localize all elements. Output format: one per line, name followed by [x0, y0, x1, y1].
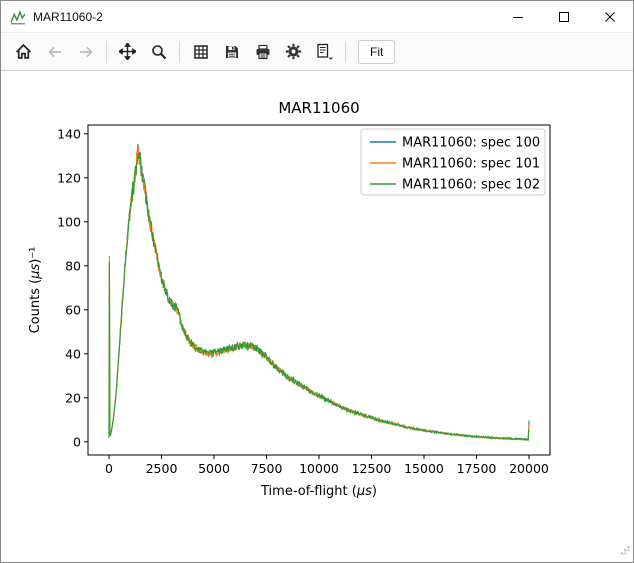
- plot-svg[interactable]: 0 2500 5000 7500 10000 12500 15000 17500 20000 0 2…: [1, 71, 633, 562]
- legend-entry-label: MAR11060: spec 102: [402, 178, 540, 193]
- generate-script-icon: [316, 43, 334, 60]
- back-arrow-icon: [47, 44, 63, 60]
- maximize-icon: [559, 12, 569, 22]
- toolbar-separator: [106, 41, 107, 63]
- plot-toolbar: Fit: [1, 32, 633, 71]
- resize-grip-icon: [620, 545, 630, 555]
- plot-canvas[interactable]: 0 2500 5000 7500 10000 12500 15000 17500 20000 0 2…: [1, 71, 633, 562]
- forward-button[interactable]: [70, 37, 101, 66]
- pan-arrows-icon: [119, 43, 136, 60]
- grid-button[interactable]: [185, 37, 216, 66]
- y-tick-label: 0: [73, 434, 81, 449]
- minimize-icon: [513, 12, 523, 22]
- grid-icon: [193, 44, 209, 60]
- forward-arrow-icon: [78, 44, 94, 60]
- customize-button[interactable]: [278, 37, 309, 66]
- y-tick-label: 100: [57, 214, 81, 229]
- x-tick-label: 20000: [509, 461, 549, 476]
- window-title: MAR11060-2: [33, 10, 103, 24]
- printer-icon: [255, 44, 271, 60]
- x-tick-label: 2500: [146, 461, 178, 476]
- zoom-button[interactable]: [143, 37, 174, 66]
- x-axis-label: Time-of-flight (μs): [260, 484, 377, 499]
- legend-entry-label: MAR11060: spec 100: [402, 136, 540, 151]
- home-button[interactable]: [8, 37, 39, 66]
- save-button[interactable]: [216, 37, 247, 66]
- resize-grip[interactable]: [620, 542, 630, 560]
- y-tick-label: 40: [65, 346, 81, 361]
- x-tick-label: 12500: [352, 461, 392, 476]
- title-bar[interactable]: MAR11060-2: [1, 1, 633, 32]
- toolbar-separator: [345, 41, 346, 63]
- mantid-logo-icon: [10, 9, 26, 25]
- mantid-logo-icon: [10, 9, 26, 25]
- script-button[interactable]: [309, 37, 340, 66]
- y-tick-label: 140: [57, 126, 81, 141]
- toolbar-separator: [179, 41, 180, 63]
- chart-title: MAR11060: [278, 99, 359, 117]
- y-tick-label: 120: [57, 170, 81, 185]
- y-tick-label: 60: [65, 302, 81, 317]
- save-floppy-icon: [224, 44, 240, 60]
- print-button[interactable]: [247, 37, 278, 66]
- close-icon: [605, 12, 615, 22]
- plot-window: MAR11060-2: [0, 0, 634, 563]
- home-icon: [15, 43, 32, 60]
- minimize-button[interactable]: [495, 1, 541, 32]
- y-tick-label: 20: [65, 390, 81, 405]
- y-tick-label: 80: [65, 258, 81, 273]
- legend-entry-label: MAR11060: spec 101: [402, 157, 540, 172]
- close-button[interactable]: [587, 1, 633, 32]
- maximize-button[interactable]: [541, 1, 587, 32]
- x-tick-label: 10000: [299, 461, 339, 476]
- x-tick-label: 15000: [404, 461, 444, 476]
- fit-button[interactable]: Fit: [358, 40, 395, 64]
- gear-icon: [285, 43, 302, 60]
- x-tick-label: 0: [105, 461, 113, 476]
- x-tick-label: 7500: [251, 461, 283, 476]
- window-controls: [495, 1, 633, 32]
- zoom-magnifier-icon: [151, 44, 167, 60]
- x-tick-label: 5000: [198, 461, 230, 476]
- x-tick-label: 17500: [457, 461, 497, 476]
- back-button[interactable]: [39, 37, 70, 66]
- pan-button[interactable]: [112, 37, 143, 66]
- y-axis-label: Counts (μs)⁻¹: [28, 247, 43, 334]
